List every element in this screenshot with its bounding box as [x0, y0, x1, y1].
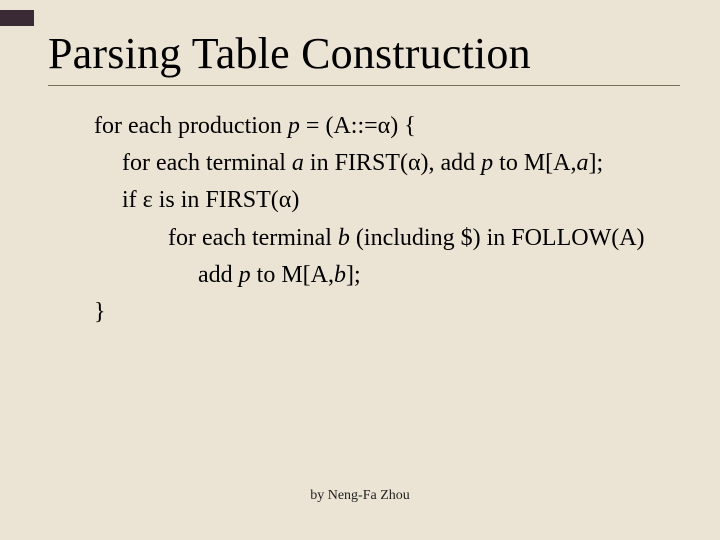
text: to M[A,: [493, 150, 576, 176]
slide-footer: by Neng-Fa Zhou: [0, 488, 720, 504]
text: (including $) in FOLLOW(A): [350, 225, 645, 251]
slide: Parsing Table Construction for each prod…: [0, 0, 720, 540]
var-p: p: [481, 150, 493, 176]
line-3: if ε is in FIRST(α): [122, 182, 680, 219]
text: ];: [346, 262, 361, 288]
var-b: b: [334, 262, 346, 288]
line-6: }: [94, 294, 680, 331]
algorithm-body: for each production p = (A::=α) { for ea…: [48, 108, 680, 331]
var-p: p: [239, 262, 251, 288]
text: for each production: [94, 113, 288, 139]
var-b: b: [338, 225, 350, 251]
accent-bar: [0, 10, 34, 26]
text: }: [94, 299, 106, 325]
line-1: for each production p = (A::=α) {: [94, 108, 680, 145]
var-a: a: [292, 150, 304, 176]
title-rule: [48, 85, 680, 86]
line-5: add p to M[A,b];: [198, 257, 680, 294]
text: in FIRST(α), add: [304, 150, 481, 176]
var-p: p: [288, 113, 300, 139]
slide-title: Parsing Table Construction: [48, 28, 680, 79]
text: = (A::=α) {: [300, 113, 416, 139]
line-2: for each terminal a in FIRST(α), add p t…: [122, 145, 680, 182]
text: add: [198, 262, 239, 288]
text: ];: [589, 150, 604, 176]
text: for each terminal: [168, 225, 338, 251]
line-4: for each terminal b (including $) in FOL…: [168, 220, 680, 257]
var-a: a: [577, 150, 589, 176]
text: to M[A,: [251, 262, 334, 288]
text: if ε is in FIRST(α): [122, 187, 299, 213]
text: for each terminal: [122, 150, 292, 176]
